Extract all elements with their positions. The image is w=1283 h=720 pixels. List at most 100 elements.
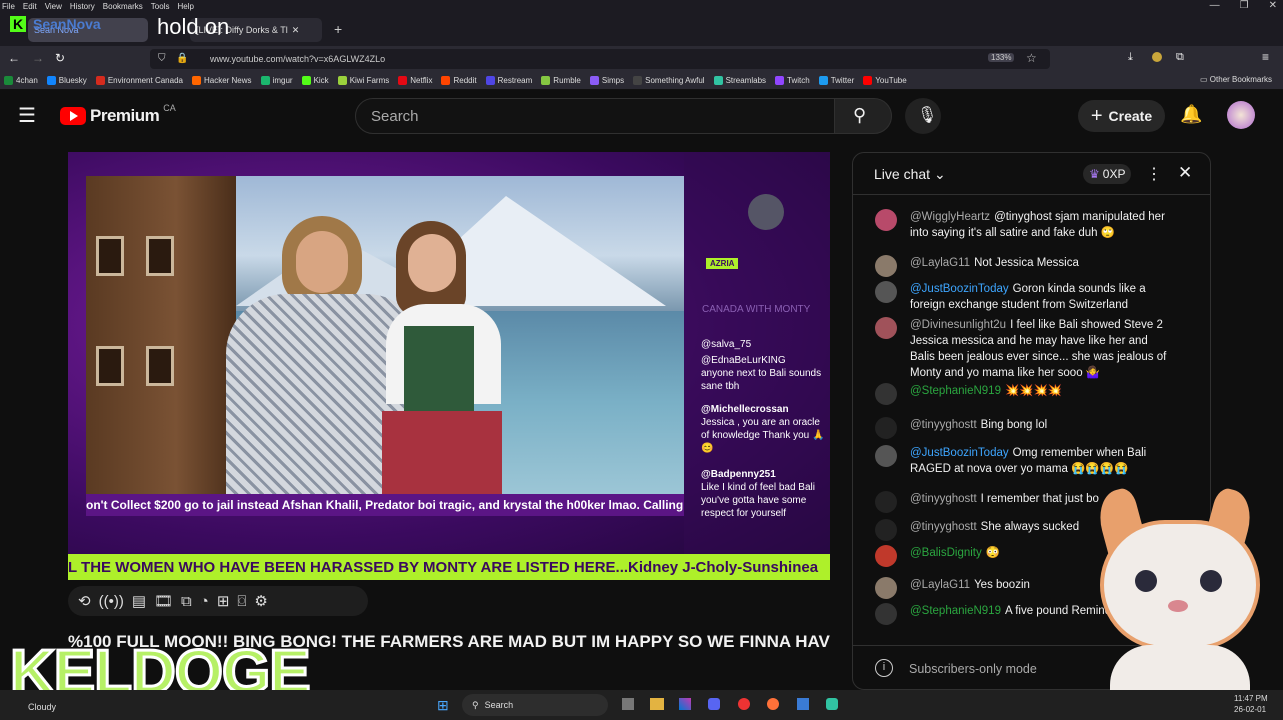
windows-start-icon[interactable]: ⊞ [437, 697, 449, 714]
menu-view[interactable]: View [45, 2, 62, 11]
youtube-logo[interactable]: Premium CA [60, 103, 176, 126]
avatar[interactable] [875, 577, 897, 599]
chat-mode-dropdown[interactable]: Live chat ⌄ [874, 166, 946, 183]
more-options-icon[interactable]: ⋮ [1146, 164, 1162, 184]
task-view-icon[interactable] [622, 698, 634, 710]
extension-icon[interactable] [1152, 52, 1162, 62]
new-tab-icon[interactable]: + [334, 21, 342, 37]
notifications-bell-icon[interactable]: 🔔 [1180, 104, 1202, 125]
app-icon[interactable] [797, 698, 809, 710]
search-button[interactable]: ⚲ [834, 98, 892, 134]
chat-message[interactable]: @StephanieN919 💥💥💥💥 [875, 383, 1175, 405]
close-tab-icon[interactable]: ✕ [292, 25, 300, 36]
bookmark-item[interactable]: Simps [589, 76, 624, 85]
clock-date[interactable]: 26-02-01 [1234, 705, 1266, 714]
avatar[interactable] [875, 519, 897, 541]
avatar[interactable] [1227, 101, 1255, 129]
avatar[interactable] [875, 209, 897, 231]
chat-author[interactable]: @JustBoozinToday [910, 283, 1009, 295]
chat-author[interactable]: @StephanieN919 [910, 385, 1001, 397]
menu-history[interactable]: History [70, 2, 95, 11]
bookmark-item[interactable]: YouTube [863, 76, 907, 85]
chat-message[interactable]: @LaylaG11 Not Jessica Messica [875, 255, 1175, 277]
download-icon[interactable]: ⤓ [1128, 51, 1133, 64]
screenshot-icon[interactable]: ⌼ [237, 593, 246, 610]
menu-file[interactable]: File [2, 2, 15, 11]
miniplayer-icon[interactable]: ⧉ [181, 593, 192, 610]
clip-icon[interactable]: 🎞 [154, 592, 173, 610]
bookmark-item[interactable]: 4chan [4, 76, 38, 85]
bookmark-item[interactable]: Hacker News [191, 76, 252, 85]
app-icon[interactable] [738, 698, 750, 710]
menu-bookmarks[interactable]: Bookmarks [103, 2, 143, 11]
forward-icon[interactable]: → [32, 51, 44, 65]
chat-author[interactable]: @tinyyghostt [910, 419, 977, 431]
file-explorer-icon[interactable] [650, 698, 664, 710]
avatar[interactable] [875, 417, 897, 439]
bookmark-item[interactable]: Something Awful [633, 76, 705, 85]
stats-icon[interactable]: ▤ [132, 592, 146, 610]
voice-search-button[interactable]: 🎙 [905, 98, 941, 134]
maximize-icon[interactable]: ❐ [1240, 0, 1249, 11]
chat-author[interactable]: @Divinesunlight2u [910, 319, 1006, 331]
add-icon[interactable]: ⊞ [217, 592, 230, 610]
bookmark-item[interactable]: Environment Canada [95, 76, 183, 85]
broadcast-icon[interactable]: ((•)) [99, 593, 124, 610]
bookmark-item[interactable]: Kiwi Farms [337, 76, 389, 85]
url-bar[interactable]: ⛉ 🔒 www.youtube.com/watch?v=x6AGLWZ4ZLo … [150, 49, 1050, 69]
chat-message[interactable]: @tinyyghostt Bing bong lol [875, 417, 1175, 439]
clock-time[interactable]: 11:47 PM [1234, 694, 1268, 703]
firefox-icon[interactable] [767, 698, 779, 710]
settings-gear-icon[interactable]: ⚙ [254, 592, 267, 610]
bookmark-item[interactable]: Bluesky [46, 76, 87, 85]
bookmark-item[interactable]: Reddit [441, 76, 477, 85]
avatar[interactable] [875, 383, 897, 405]
chat-message[interactable]: @JustBoozinToday Goron kinda sounds like … [875, 281, 1175, 313]
star-icon[interactable]: ☆ [1026, 51, 1037, 65]
chat-author[interactable]: @StephanieN919 [910, 605, 1001, 617]
guide-menu-icon[interactable]: ☰ [18, 103, 36, 128]
avatar[interactable] [875, 545, 897, 567]
chat-author[interactable]: @JustBoozinToday [910, 447, 1009, 459]
chat-author[interactable]: @BalisDignity [910, 547, 982, 559]
reload-icon[interactable]: ↻ [55, 51, 65, 65]
menu-edit[interactable]: Edit [23, 2, 37, 11]
avatar[interactable] [875, 281, 897, 303]
streamlabs-icon[interactable] [826, 698, 838, 710]
close-window-icon[interactable]: ✕ [1269, 0, 1277, 11]
chat-author[interactable]: @tinyyghostt [910, 493, 977, 505]
minimize-icon[interactable]: — [1210, 0, 1220, 11]
xp-badge[interactable]: ♛ 0XP [1083, 164, 1132, 184]
other-bookmarks[interactable]: ▭ Other Bookmarks [1200, 75, 1272, 84]
lock-icon[interactable]: 🔒 [176, 53, 188, 64]
loop-icon[interactable]: ⟲ [78, 592, 91, 610]
hamburger-menu-icon[interactable]: ≡ [1262, 50, 1269, 64]
close-chat-icon[interactable]: ✕ [1178, 163, 1192, 183]
video-player[interactable]: on't Collect $200 go to jail instead Afs… [68, 152, 830, 580]
chat-message[interactable]: @Divinesunlight2u I feel like Bali showed… [875, 317, 1175, 381]
avatar[interactable] [875, 255, 897, 277]
extensions-puzzle-icon[interactable]: ⧉ [1176, 51, 1184, 64]
copilot-icon[interactable] [679, 698, 691, 710]
discord-icon[interactable] [708, 698, 720, 710]
create-button[interactable]: + Create [1078, 100, 1165, 132]
zoom-level[interactable]: 133% [988, 53, 1015, 62]
info-icon[interactable]: i [875, 659, 893, 677]
bookmark-item[interactable]: imgur [260, 76, 293, 85]
avatar[interactable] [875, 445, 897, 467]
bookmark-item[interactable]: Netflix [398, 76, 432, 85]
chat-author[interactable]: @WigglyHeartz [910, 211, 990, 223]
chat-message[interactable]: @WigglyHeartz @tinyghost sjam manipulated… [875, 209, 1175, 241]
back-icon[interactable]: ← [8, 51, 20, 65]
chat-author[interactable]: @tinyyghostt [910, 521, 977, 533]
bookmark-item[interactable]: Restream [485, 76, 532, 85]
chat-author[interactable]: @LaylaG11 [910, 579, 970, 591]
shield-icon[interactable]: ⛉ [158, 53, 166, 64]
avatar[interactable] [875, 491, 897, 513]
chat-author[interactable]: @LaylaG11 [910, 257, 970, 269]
avatar[interactable] [875, 603, 897, 625]
search-input[interactable]: Search [355, 98, 835, 134]
menu-help[interactable]: Help [177, 2, 193, 11]
taskbar-search[interactable]: ⚲ Search [462, 694, 608, 716]
bookmark-item[interactable]: Twitter [818, 76, 854, 85]
